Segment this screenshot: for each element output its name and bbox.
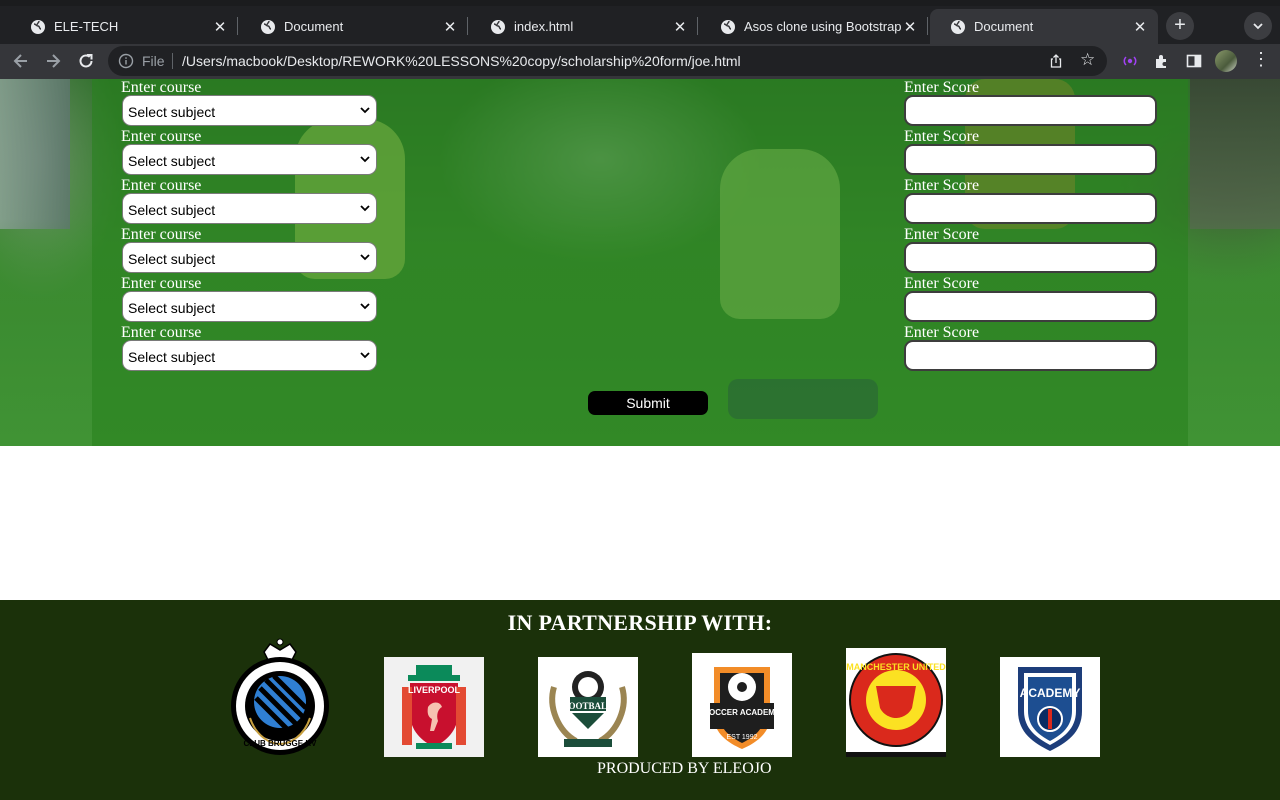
chevron-down-icon [360,156,370,163]
course-select-value: Select subject [128,153,216,169]
info-icon[interactable] [118,53,134,69]
browser-tab-3[interactable]: index.html ✕ [470,9,698,44]
bookmark-star-icon[interactable]: ☆ [1080,50,1095,70]
close-tab-icon[interactable]: ✕ [672,18,688,36]
browser-tab-2[interactable]: Document ✕ [240,9,468,44]
browser-toolbar: File /Users/macbook/Desktop/REWORK%20LES… [0,44,1280,79]
globe-icon [491,19,505,34]
course-select[interactable]: Select subject [122,291,377,322]
globe-icon [721,19,735,34]
tab-divider [697,17,698,35]
chevron-down-icon [360,303,370,310]
globe-icon [261,19,275,34]
chevron-down-icon [1253,23,1263,30]
scholarship-form: Enter course Select subject Enter Score … [92,79,1188,446]
score-input[interactable] [904,193,1157,224]
tab-title: index.html [514,19,574,34]
address-divider [172,53,173,69]
tab-title: ELE-TECH [54,19,119,34]
address-scheme-label: File [142,53,165,69]
tab-search-button[interactable] [1244,12,1272,40]
course-select-value: Select subject [128,202,216,218]
goal-net-shape [1190,79,1280,229]
close-tab-icon[interactable]: ✕ [442,18,458,36]
forward-button[interactable] [40,48,66,74]
tab-divider [467,17,468,35]
svg-text:MANCHESTER UNITED: MANCHESTER UNITED [846,662,946,672]
course-select-value: Select subject [128,300,216,316]
chevron-down-icon [360,352,370,359]
share-icon[interactable] [1048,53,1064,69]
address-bar[interactable]: File /Users/macbook/Desktop/REWORK%20LES… [108,46,1107,76]
browser-tab-4[interactable]: Asos clone using Bootstrap ✕ [700,9,928,44]
course-score-row: Enter course Select subject Enter Score [92,275,1188,324]
browser-tab-5-active[interactable]: Document ✕ [930,9,1158,44]
footer-credit: PRODUCED BY ELEOJO [597,760,772,777]
svg-text:ACADEMY: ACADEMY [1020,686,1081,700]
course-score-row: Enter course Select subject Enter Score [92,226,1188,275]
reload-button[interactable] [73,48,99,74]
course-select-value: Select subject [128,349,216,365]
page-content: Enter course Select subject Enter Score … [0,79,1280,800]
svg-text:EST 1992: EST 1992 [726,734,757,741]
chevron-down-icon [360,107,370,114]
profile-avatar[interactable] [1215,50,1237,72]
browser-tab-1[interactable]: ELE-TECH ✕ [10,9,238,44]
course-select[interactable]: Select subject [122,242,377,273]
course-score-row: Enter course Select subject Enter Score [92,177,1188,226]
ladder-shape [0,79,70,229]
club-brugge-logo: CLUB BRUGGE KV [230,638,330,758]
tab-title: Document [974,19,1034,34]
svg-text:LIVERPOOL: LIVERPOOL [408,685,461,695]
course-select[interactable]: Select subject [122,144,377,175]
course-select[interactable]: Select subject [122,340,377,371]
course-select[interactable]: Select subject [122,193,377,224]
chevron-down-icon [360,254,370,261]
svg-text:FOOTBALL: FOOTBALL [563,701,613,711]
arrow-right-icon [47,54,61,68]
side-panel-icon[interactable] [1185,52,1203,70]
course-select-value: Select subject [128,251,216,267]
back-button[interactable] [8,48,34,74]
globe-icon [31,19,45,34]
close-tab-icon[interactable]: ✕ [1132,18,1148,36]
browser-tab-strip: ELE-TECH ✕ Document ✕ index.html ✕ Asos … [0,0,1280,44]
diamond-football-academy-logo: FOOTBALL [538,657,638,757]
close-tab-icon[interactable]: ✕ [902,18,918,36]
tab-title: Document [284,19,344,34]
psg-academy-logo: ACADEMY [1000,657,1100,757]
browser-menu-icon[interactable]: ⋮ [1252,49,1270,69]
score-input[interactable] [904,95,1157,126]
reload-icon [79,54,93,68]
new-tab-button[interactable]: + [1166,12,1194,40]
tab-divider [927,17,928,35]
course-select[interactable]: Select subject [122,95,377,126]
score-input[interactable] [904,144,1157,175]
svg-text:CLUB BRUGGE KV: CLUB BRUGGE KV [244,739,318,748]
score-input[interactable] [904,242,1157,273]
score-input[interactable] [904,340,1157,371]
liverpool-logo: LIVERPOOL [384,657,484,757]
course-score-row: Enter course Select subject Enter Score [92,128,1188,177]
partners-footer: IN PARTNERSHIP WITH: CLUB BRUGGE KV LIVE… [0,600,1280,800]
chevron-down-icon [360,205,370,212]
course-select-value: Select subject [128,104,216,120]
address-url[interactable]: /Users/macbook/Desktop/REWORK%20LESSONS%… [182,53,741,69]
score-input[interactable] [904,291,1157,322]
tab-title: Asos clone using Bootstrap [744,19,902,34]
partners-heading: IN PARTNERSHIP WITH: [507,610,773,635]
svg-text:SOCCER ACADEMY: SOCCER ACADEMY [704,708,781,717]
soccer-academy-logo: SOCCER ACADEMY EST 1992 [692,653,792,757]
tab-divider [237,17,238,35]
globe-icon [951,19,965,34]
puzzle-icon[interactable] [1153,52,1171,70]
course-score-row: Enter course Select subject Enter Score [92,79,1188,128]
submit-button[interactable]: Submit [588,391,708,415]
manchester-united-logo: MANCHESTER UNITED [846,648,946,757]
course-score-row: Enter course Select subject Enter Score [92,324,1188,373]
arrow-left-icon [13,54,27,68]
close-tab-icon[interactable]: ✕ [212,18,228,36]
extension-radio-icon[interactable] [1121,52,1139,70]
